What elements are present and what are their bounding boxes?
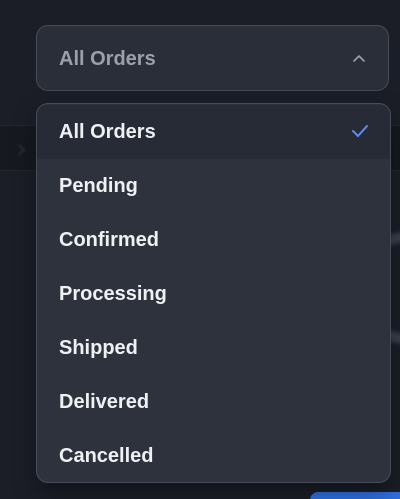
dropdown-item-delivered[interactable]: Delivered xyxy=(37,375,390,429)
background-chevron-icon: › xyxy=(16,132,28,165)
chevron-up-icon xyxy=(353,55,365,62)
dropdown-item-all-orders[interactable]: All Orders xyxy=(37,105,390,159)
check-icon xyxy=(352,125,368,137)
dropdown-item-pending[interactable]: Pending xyxy=(37,159,390,213)
dropdown-item-label: All Orders xyxy=(59,121,156,143)
dropdown-item-confirmed[interactable]: Confirmed xyxy=(37,213,390,267)
page: › All Orders All Orders Pending Confirme… xyxy=(0,0,400,499)
order-status-select[interactable]: All Orders xyxy=(36,25,389,91)
dropdown-item-cancelled[interactable]: Cancelled xyxy=(37,429,390,482)
select-current-value: All Orders xyxy=(59,48,156,70)
dropdown-item-label: Cancelled xyxy=(59,445,154,467)
dropdown-item-processing[interactable]: Processing xyxy=(37,267,390,321)
dropdown-item-label: Delivered xyxy=(59,391,150,413)
dropdown-item-label: Shipped xyxy=(59,337,138,359)
order-status-dropdown-menu: All Orders Pending Confirmed Processing … xyxy=(36,103,391,483)
dropdown-item-label: Confirmed xyxy=(59,229,159,251)
dropdown-item-label: Pending xyxy=(59,175,138,197)
dropdown-item-shipped[interactable]: Shipped xyxy=(37,321,390,375)
dropdown-item-label: Processing xyxy=(59,283,167,305)
background-action-button xyxy=(310,492,400,499)
